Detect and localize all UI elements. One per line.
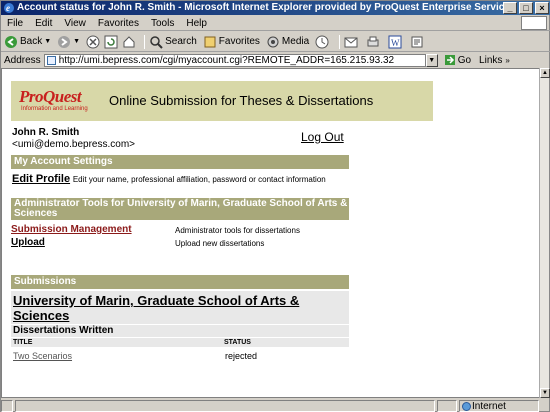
dissertations-written-heading: Dissertations Written — [11, 325, 349, 337]
institution-title[interactable]: University of Marin, Graduate School of … — [13, 293, 349, 323]
window-title: Account status for John R. Smith - Micro… — [17, 2, 516, 13]
back-label: Back — [20, 36, 43, 47]
favorites-label: Favorites — [218, 36, 260, 47]
media-icon — [267, 36, 279, 47]
menu-file[interactable]: File — [7, 18, 23, 29]
edit-profile-desc: Edit your name, professional affiliation… — [72, 175, 326, 184]
ie-icon: e — [4, 3, 14, 13]
go-button[interactable]: Go — [444, 54, 471, 66]
page-icon — [46, 55, 56, 65]
menu-bar: File Edit View Favorites Tools Help — [1, 16, 550, 31]
menu-view[interactable]: View — [64, 18, 86, 29]
logo-tagline: Information and Learning — [21, 106, 88, 112]
column-status: STATUS — [224, 339, 251, 346]
windows-logo-icon — [521, 16, 547, 30]
zone-label: Internet — [472, 400, 506, 412]
upload-desc: Upload new dissertations — [175, 239, 265, 248]
toolbar: Back ▼ ▼ Search Favorites Media W — [1, 32, 550, 52]
user-email: <umi@demo.bepress.com> — [12, 139, 135, 150]
toolbar-separator — [144, 34, 146, 49]
search-label: Search — [165, 36, 197, 47]
edit-profile-link[interactable]: Edit Profile — [12, 173, 70, 185]
proquest-logo[interactable]: ProQuest Information and Learning — [19, 87, 95, 115]
upload-link[interactable]: Upload — [11, 237, 45, 248]
scroll-down-button[interactable]: ▼ — [540, 388, 550, 398]
svg-text:e: e — [6, 3, 10, 13]
column-title: TITLE — [13, 339, 33, 346]
browser-window: e Account status for John R. Smith - Mic… — [0, 0, 550, 412]
address-label: Address — [4, 54, 41, 66]
favorites-icon — [204, 36, 216, 47]
mail-icon[interactable] — [344, 35, 358, 49]
globe-icon — [462, 402, 471, 411]
status-bar: Internet — [1, 399, 550, 412]
address-bar: Address http://umi.bepress.com/cgi/myacc… — [1, 53, 550, 67]
account-settings-header: My Account Settings — [11, 155, 349, 169]
submission-management-desc: Administrator tools for dissertations — [175, 226, 300, 235]
go-label: Go — [457, 54, 472, 66]
submissions-header: Submissions — [11, 275, 349, 289]
edit-profile-row: Edit Profile Edit your name, professiona… — [12, 173, 326, 185]
dissertation-status: rejected — [225, 351, 258, 361]
vertical-scrollbar[interactable]: ▲ ▼ — [539, 68, 550, 398]
user-name: John R. Smith — [12, 127, 80, 138]
submission-management-row: Submission Management — [11, 224, 132, 235]
menu-help[interactable]: Help — [186, 18, 207, 29]
favorites-button[interactable]: Favorites — [203, 35, 260, 49]
logout-link[interactable]: Log Out — [301, 130, 344, 144]
edit-word-icon[interactable]: W — [388, 35, 402, 49]
svg-text:W: W — [391, 38, 400, 48]
submission-management-link[interactable]: Submission Management — [11, 224, 132, 235]
menu-favorites[interactable]: Favorites — [98, 18, 139, 29]
chevron-down-icon[interactable]: ▼ — [73, 38, 80, 45]
address-url: http://umi.bepress.com/cgi/myaccount.cgi… — [58, 54, 395, 66]
back-button[interactable]: Back ▼ — [4, 35, 51, 49]
institution-box: University of Marin, Graduate School of … — [11, 291, 349, 324]
forward-button[interactable]: ▼ — [57, 35, 80, 49]
close-button[interactable]: × — [535, 2, 549, 14]
maximize-button[interactable]: □ — [519, 2, 533, 14]
admin-tools-header: Administrator Tools for University of Ma… — [11, 198, 349, 220]
dissertation-title-link[interactable]: Two Scenarios — [13, 351, 72, 361]
address-input[interactable]: http://umi.bepress.com/cgi/myaccount.cgi… — [43, 53, 426, 67]
chevron-down-icon[interactable]: ▼ — [44, 38, 51, 45]
history-icon[interactable] — [315, 35, 329, 49]
forward-arrow-icon — [58, 35, 71, 48]
media-button[interactable]: Media — [266, 35, 309, 49]
back-arrow-icon — [5, 35, 17, 48]
address-dropdown-button[interactable]: ▼ — [425, 53, 438, 67]
status-zone: Internet — [459, 400, 539, 412]
window-controls: _ □ × — [503, 2, 549, 14]
header-banner: ProQuest Information and Learning Online… — [11, 81, 433, 121]
home-icon[interactable] — [122, 35, 136, 49]
search-icon — [150, 35, 163, 49]
scroll-up-button[interactable]: ▲ — [540, 68, 550, 78]
links-label[interactable]: Links — [479, 55, 502, 66]
page-viewport: ProQuest Information and Learning Online… — [1, 68, 541, 398]
logo-wordmark: ProQuest — [19, 87, 82, 106]
menu-edit[interactable]: Edit — [35, 18, 52, 29]
minimize-button[interactable]: _ — [503, 2, 517, 14]
toolbar-separator — [339, 34, 341, 49]
chevron-right-icon[interactable]: » — [505, 56, 509, 65]
status-lock — [437, 400, 457, 412]
table-header: TITLE STATUS — [11, 338, 349, 347]
banner-title: Online Submission for Theses & Dissertat… — [109, 93, 374, 108]
print-icon[interactable] — [366, 35, 380, 49]
media-label: Media — [281, 36, 310, 47]
stop-icon[interactable] — [86, 35, 100, 49]
search-button[interactable]: Search — [149, 35, 197, 49]
discuss-icon[interactable] — [410, 35, 424, 49]
refresh-icon[interactable] — [104, 35, 118, 49]
go-arrow-icon — [444, 55, 455, 65]
upload-row: Upload — [11, 237, 45, 248]
menu-tools[interactable]: Tools — [151, 18, 174, 29]
status-page-icon — [1, 400, 13, 412]
status-message — [15, 400, 435, 412]
title-bar: e Account status for John R. Smith - Mic… — [1, 1, 550, 15]
